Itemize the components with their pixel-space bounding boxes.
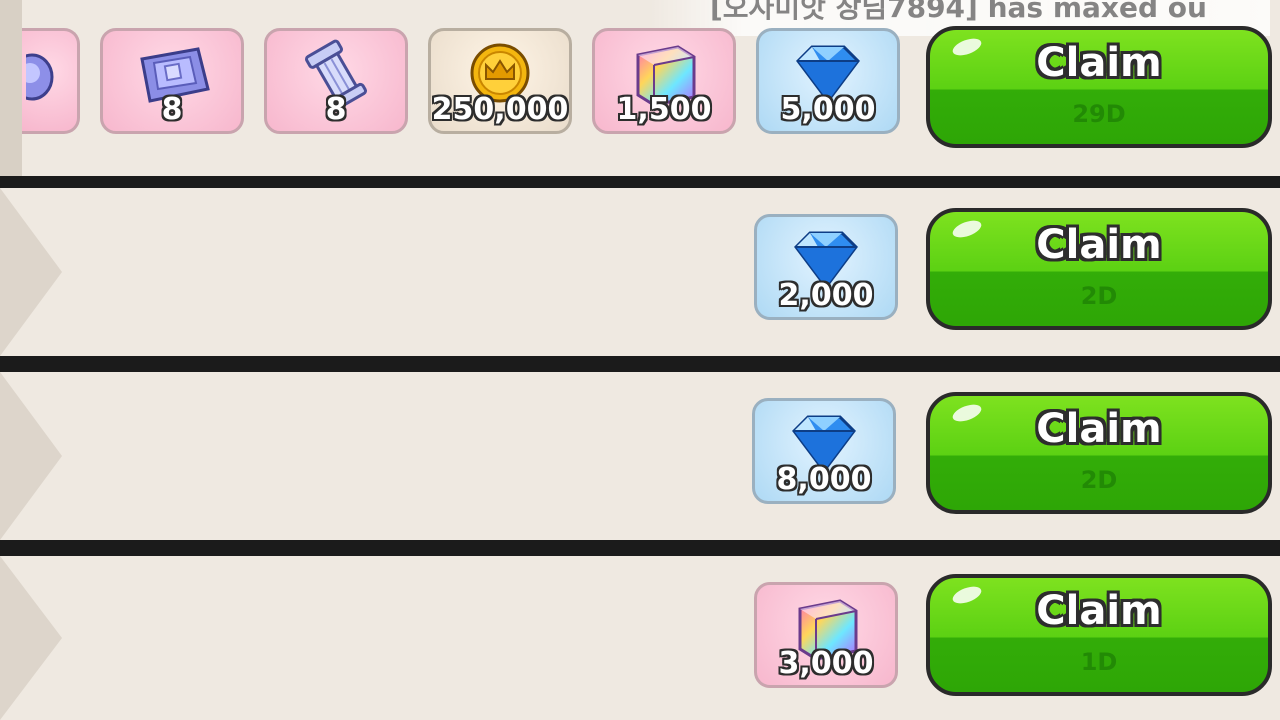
item-quantity: 8 [325,92,347,127]
reward-item[interactable]: 2,000 [754,214,898,320]
reward-row: 3,000 Claim 1D [0,556,1280,720]
row-arrow-icon [0,372,70,540]
claim-days-remaining: 29D [1072,100,1126,128]
claim-label: Claim [1036,222,1162,268]
row-arrow-icon [0,188,70,356]
reward-item[interactable]: 250,000 [428,28,572,134]
reward-row: 2,000 Claim 2D [0,188,1280,356]
claim-days-remaining: 1D [1080,648,1118,676]
reward-items: 3,000 [754,582,898,688]
item-quantity: 3,000 [778,646,874,681]
item-quantity: 250,000 [431,92,569,127]
claim-button[interactable]: Claim 1D [926,574,1272,696]
claim-button[interactable]: Claim 29D [926,26,1272,148]
claim-button[interactable]: Claim 2D [926,392,1272,514]
claim-label: Claim [1036,40,1162,86]
row-arrow-icon [0,556,70,720]
reward-items: 8 8 250,000 1,500 5,000 [22,28,900,134]
crystal-shard-icon [26,39,70,111]
reward-item[interactable] [22,28,80,134]
claim-label: Claim [1036,588,1162,634]
reward-items: 8,000 [752,398,896,504]
item-quantity: 1,500 [616,92,712,127]
reward-item[interactable]: 8 [100,28,244,134]
reward-item[interactable]: 1,500 [592,28,736,134]
item-quantity: 8,000 [776,462,872,497]
reward-list-screen: [오자미앗 장님7894] has maxed ou 8 8 250,000 1… [0,0,1280,720]
reward-item[interactable]: 8,000 [752,398,896,504]
reward-item[interactable]: 3,000 [754,582,898,688]
item-quantity: 8 [161,92,183,127]
item-quantity: 5,000 [780,92,876,127]
claim-days-remaining: 2D [1080,466,1118,494]
reward-items: 2,000 [754,214,898,320]
reward-item[interactable]: 8 [264,28,408,134]
reward-row: 8,000 Claim 2D [0,372,1280,540]
claim-button[interactable]: Claim 2D [926,208,1272,330]
claim-label: Claim [1036,406,1162,452]
reward-row: [오자미앗 장님7894] has maxed ou 8 8 250,000 1… [0,0,1280,176]
claim-days-remaining: 2D [1080,282,1118,310]
item-quantity: 2,000 [778,278,874,313]
reward-item[interactable]: 5,000 [756,28,900,134]
